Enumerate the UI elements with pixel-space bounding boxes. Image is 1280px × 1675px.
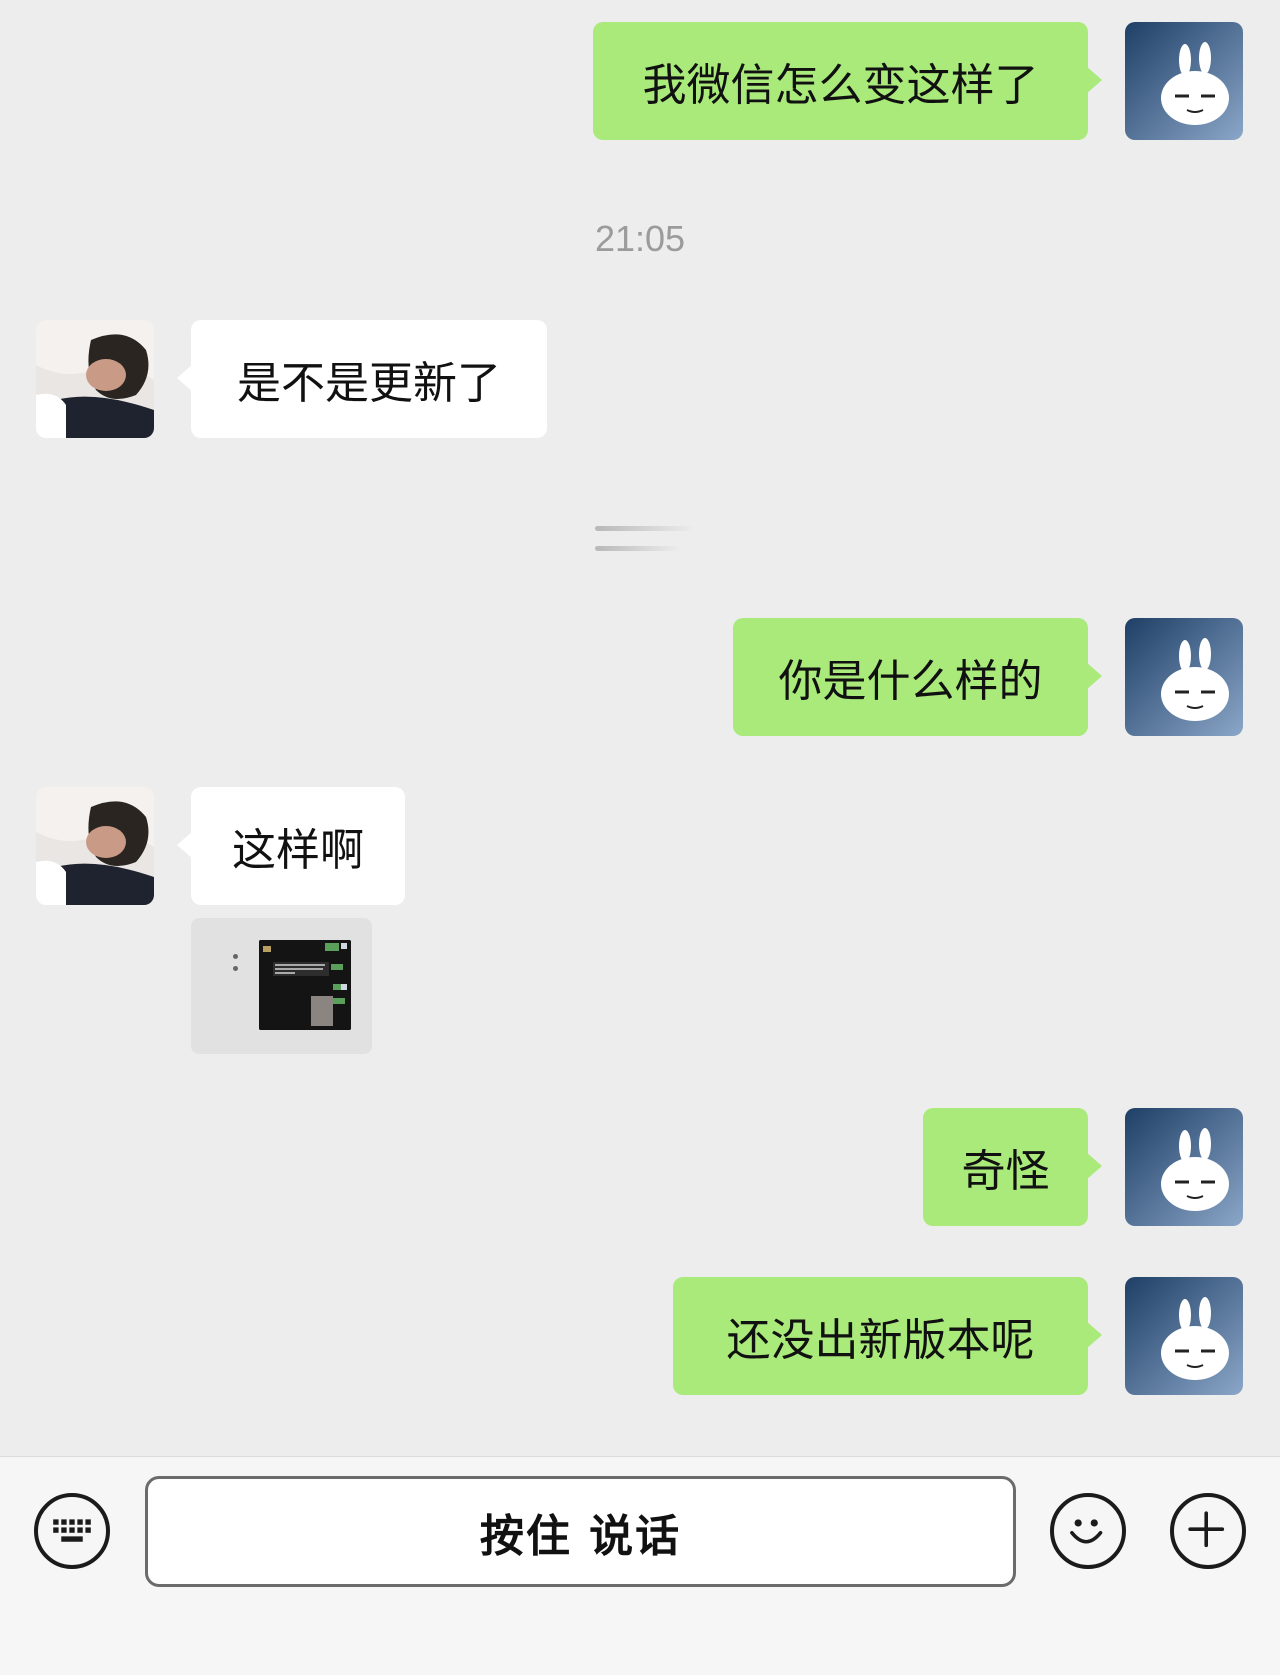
- rabbit-avatar-icon: [1125, 22, 1243, 140]
- message-bubble-received[interactable]: 这样啊: [177, 787, 405, 905]
- plus-icon[interactable]: [1170, 1493, 1246, 1569]
- timestamp: 21:05: [594, 218, 686, 259]
- blurred-text: [595, 526, 695, 531]
- chat-area: 我微信怎么变这样了 21:05 是不是更新了 你是什么样的 这样啊 奇怪 还没出…: [0, 0, 1280, 1456]
- my-avatar[interactable]: [1125, 618, 1243, 736]
- my-avatar[interactable]: [1125, 1277, 1243, 1395]
- rabbit-avatar-icon: [1125, 1277, 1243, 1395]
- message-text: 这样啊: [232, 825, 364, 876]
- contact-avatar[interactable]: [36, 787, 154, 905]
- screenshot-preview: [259, 940, 351, 1030]
- blurred-text: [595, 546, 680, 551]
- message-bubble-sent[interactable]: 奇怪: [923, 1108, 1102, 1226]
- message-text: 你是什么样的: [778, 656, 1043, 707]
- message-text: 还没出新版本呢: [726, 1315, 1035, 1366]
- my-avatar[interactable]: [1125, 22, 1243, 140]
- rabbit-avatar-icon: [1125, 1108, 1243, 1226]
- image-message-thumbnail[interactable]: [191, 918, 372, 1054]
- rabbit-avatar-icon: [1125, 618, 1243, 736]
- person-avatar-icon: [36, 787, 154, 905]
- my-avatar[interactable]: [1125, 1108, 1243, 1226]
- message-text: 是不是更新了: [237, 358, 501, 409]
- message-bubble-sent[interactable]: 我微信怎么变这样了: [593, 22, 1102, 140]
- message-bubble-received[interactable]: 是不是更新了: [177, 320, 547, 438]
- message-bubble-sent[interactable]: 你是什么样的: [733, 618, 1102, 736]
- hold-to-talk-button[interactable]: 按住 说话: [145, 1476, 1016, 1587]
- message-bubble-sent[interactable]: 还没出新版本呢: [673, 1277, 1102, 1395]
- person-avatar-icon: [36, 320, 154, 438]
- contact-avatar[interactable]: [36, 320, 154, 438]
- more-dots-icon: [233, 954, 239, 978]
- keyboard-icon[interactable]: [34, 1493, 110, 1569]
- message-text: 我微信怎么变这样了: [642, 60, 1039, 111]
- message-text: 奇怪: [961, 1146, 1050, 1197]
- smiley-icon[interactable]: [1050, 1493, 1126, 1569]
